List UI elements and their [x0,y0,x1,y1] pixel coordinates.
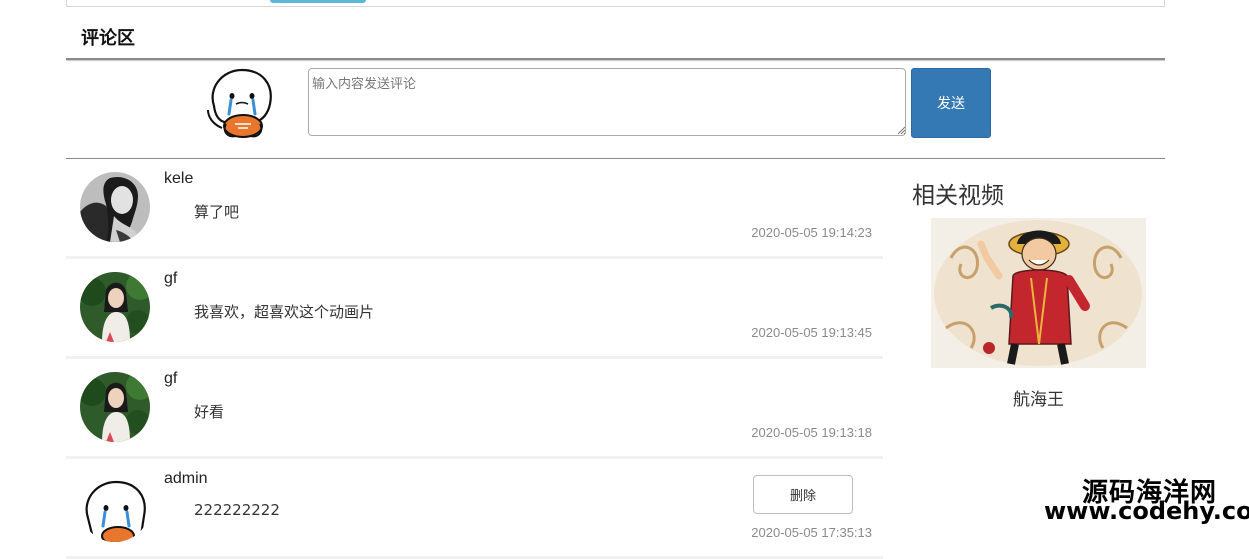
comment-username: admin [164,470,208,487]
comment-username: gf [164,370,178,387]
comment-item: admin 222222222 删除 2020-05-05 17:35:13 [66,459,883,559]
comment-text: 222222222 [194,501,280,519]
comment-timestamp: 2020-05-05 19:14:23 [751,225,872,240]
comment-item: gf 我喜欢，超喜欢这个动画片 2020-05-05 19:13:45 [66,259,883,359]
comment-timestamp: 2020-05-05 19:13:45 [751,325,872,340]
comment-item: gf 好看 2020-05-05 19:13:18 [66,359,883,459]
delete-comment-button[interactable]: 删除 [753,475,853,514]
comment-timestamp: 2020-05-05 17:35:13 [751,525,872,540]
user-avatar[interactable] [80,472,150,542]
user-avatar[interactable] [80,372,150,442]
related-video-name[interactable]: 航海王 [931,385,1146,410]
comment-username: kele [164,170,194,187]
comment-username: gf [164,270,178,287]
related-videos-title: 相关视频 [912,183,1004,209]
comment-input[interactable] [308,68,906,136]
comment-list: kele 算了吧 2020-05-05 19:14:23 gf 我喜欢，超喜欢这… [66,159,883,559]
comment-text: 好看 [194,403,225,421]
comment-timestamp: 2020-05-05 19:13:18 [751,425,872,440]
comment-item: kele 算了吧 2020-05-05 19:14:23 [66,159,883,259]
user-avatar[interactable] [80,272,150,342]
user-avatar[interactable] [80,172,150,242]
comment-text: 算了吧 [194,203,240,221]
comment-text: 我喜欢，超喜欢这个动画片 [194,303,375,321]
compose-avatar-crying-icon [207,68,272,138]
top-tab-bar [66,0,1165,7]
related-video-thumbnail[interactable] [931,218,1146,368]
send-button[interactable]: 发送 [911,68,991,138]
comment-section-title: 评论区 [81,28,135,49]
header-divider [66,58,1165,60]
active-tab-indicator[interactable] [270,0,366,3]
watermark-url: www.codehy.com [1044,497,1249,525]
